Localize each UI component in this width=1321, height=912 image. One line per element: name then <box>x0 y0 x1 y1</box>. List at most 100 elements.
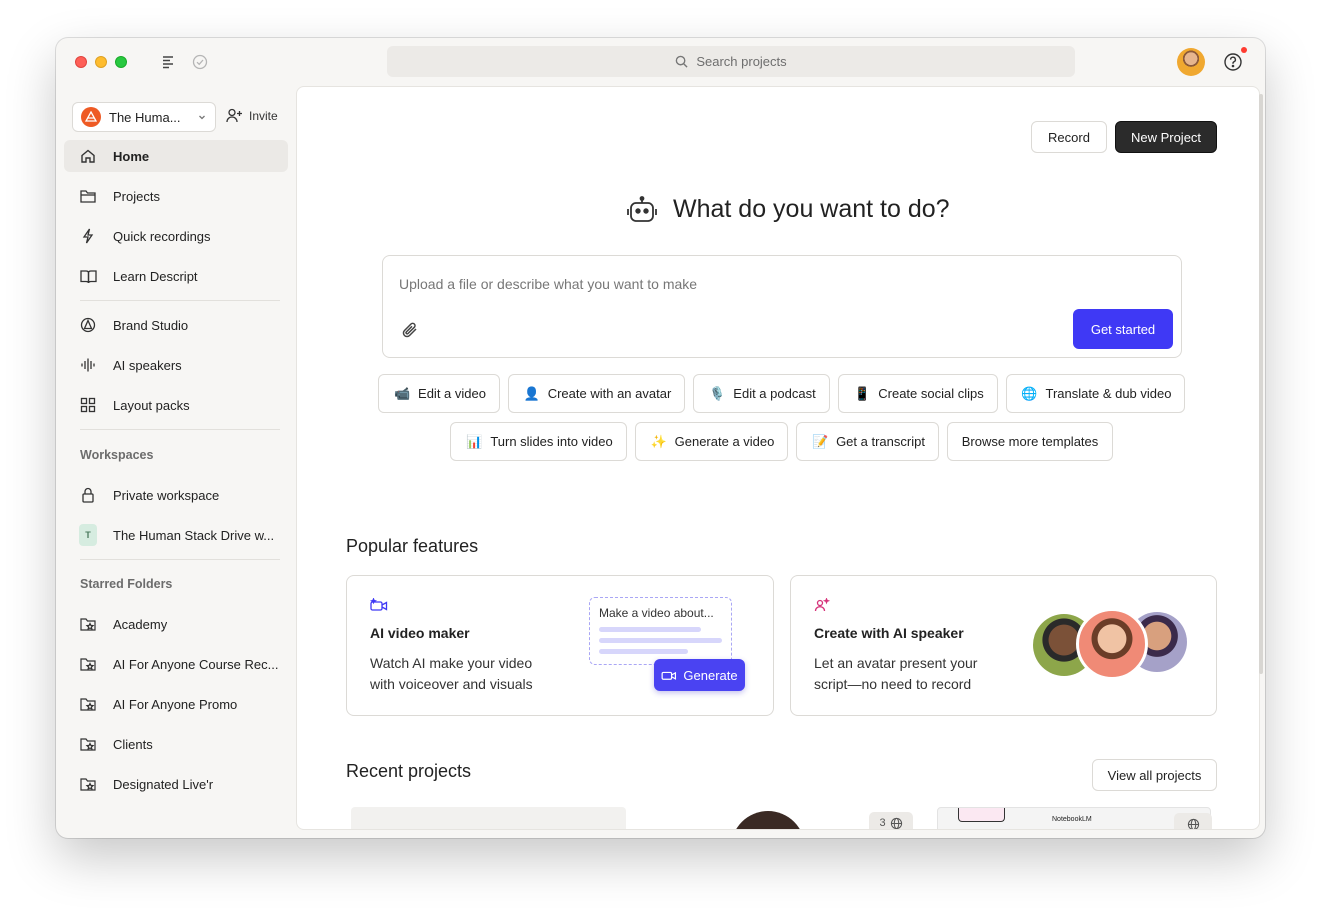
chip-browse-templates[interactable]: Browse more templates <box>947 422 1113 461</box>
starred-folder-academy[interactable]: Academy <box>64 608 288 640</box>
lightning-icon <box>79 227 97 245</box>
chip-label: Generate a video <box>674 434 775 449</box>
chip-slides-to-video[interactable]: 📊 Turn slides into video <box>450 422 627 461</box>
notification-dot <box>1241 47 1247 53</box>
home-icon <box>79 147 97 165</box>
zoom-window-button[interactable] <box>115 56 127 68</box>
robot-icon <box>627 195 657 222</box>
chip-label: Edit a podcast <box>733 386 816 401</box>
user-avatar[interactable] <box>1177 48 1205 76</box>
starred-folder-icon <box>79 615 97 633</box>
sidebar-item-ai-speakers[interactable]: AI speakers <box>64 349 288 381</box>
sidebar-item-label: Private workspace <box>113 487 220 503</box>
starred-folder-ai-promo[interactable]: AI For Anyone Promo <box>64 688 288 720</box>
thumbnail-photo <box>731 811 805 829</box>
help-icon[interactable] <box>1223 52 1243 72</box>
prompt-mockup: Make a video about... <box>589 597 732 665</box>
close-window-button[interactable] <box>75 56 87 68</box>
check-circle-icon[interactable] <box>191 53 209 71</box>
sidebar-item-label: AI For Anyone Course Rec... <box>113 656 279 672</box>
generate-label: Generate <box>683 667 738 683</box>
chip-get-transcript[interactable]: 📝 Get a transcript <box>796 422 939 461</box>
starred-folder-icon <box>79 695 97 713</box>
chip-edit-podcast[interactable]: 🎙️ Edit a podcast <box>693 374 830 413</box>
sidebar-item-label: Quick recordings <box>113 228 211 244</box>
starred-folder-clients[interactable]: Clients <box>64 728 288 760</box>
chip-label: Browse more templates <box>961 434 1099 449</box>
workspace-selector[interactable]: The Huma... <box>72 102 216 132</box>
chevron-down-icon <box>199 115 205 120</box>
chip-label: Create social clips <box>878 386 984 401</box>
card-title: AI video maker <box>370 625 470 641</box>
project-thumbnail[interactable]: NotebookLM <box>937 807 1212 829</box>
mockup-line <box>599 627 701 632</box>
lock-icon <box>79 486 97 504</box>
brand-icon <box>79 316 97 334</box>
sidebar: The Huma... Invite Home Projects Quick r… <box>56 86 296 838</box>
sidebar-item-label: Home <box>113 148 150 164</box>
record-button[interactable]: Record <box>1031 121 1107 153</box>
card-description: Let an avatar present your script—no nee… <box>814 655 978 692</box>
chip-label: Get a transcript <box>836 434 925 449</box>
hero: What do you want to do? <box>627 195 950 224</box>
chip-translate-dub[interactable]: 🌐 Translate & dub video <box>1006 374 1185 413</box>
workspace-badge: T <box>79 524 97 546</box>
starred-folder-icon <box>79 775 97 793</box>
grid-icon <box>79 396 97 414</box>
starred-folder-designated-liver[interactable]: Designated Live'r <box>64 768 288 800</box>
sidebar-item-learn-descript[interactable]: Learn Descript <box>64 260 288 292</box>
ai-speaker-card[interactable]: Create with AI speaker Let an avatar pre… <box>790 575 1217 716</box>
invite-button[interactable]: Invite <box>226 108 278 123</box>
sidebar-item-label: Projects <box>113 188 160 204</box>
ai-video-maker-card[interactable]: AI video maker Watch AI make your video … <box>346 575 774 716</box>
globe-icon <box>890 817 902 829</box>
starred-folder-ai-course[interactable]: AI For Anyone Course Rec... <box>64 648 288 680</box>
chip-edit-video[interactable]: 📹 Edit a video <box>378 374 500 413</box>
bar-chart-icon: 📊 <box>466 433 483 449</box>
sidebar-item-brand-studio[interactable]: Brand Studio <box>64 309 288 341</box>
project-thumbnail[interactable] <box>351 807 626 829</box>
chip-generate-video[interactable]: ✨ Generate a video <box>635 422 788 461</box>
workspace-name: The Huma... <box>109 109 181 125</box>
sidebar-item-quick-recordings[interactable]: Quick recordings <box>64 220 288 252</box>
search-placeholder: Search projects <box>696 54 787 69</box>
share-badge <box>1174 813 1212 829</box>
phone-icon: 📱 <box>854 385 871 401</box>
chip-create-avatar[interactable]: 👤 Create with an avatar <box>508 374 685 413</box>
project-thumbnail[interactable]: 3 <box>653 807 915 829</box>
sidebar-item-label: Academy <box>113 616 168 632</box>
sidebar-toggle-icon[interactable] <box>160 53 178 71</box>
add-user-icon <box>226 108 242 123</box>
sidebar-item-label: Layout packs <box>113 397 190 413</box>
card-description: Watch AI make your video with voiceover … <box>370 655 533 692</box>
hero-title: What do you want to do? <box>673 195 950 223</box>
sidebar-item-human-stack-drive[interactable]: T The Human Stack Drive w... <box>64 519 288 551</box>
new-project-button[interactable]: New Project <box>1115 121 1217 153</box>
main-scrollbar[interactable] <box>1259 94 1263 674</box>
sidebar-item-label: Brand Studio <box>113 317 189 333</box>
chip-social-clips[interactable]: 📱 Create social clips <box>838 374 998 413</box>
camera-icon: 📹 <box>393 385 411 401</box>
person-icon: 👤 <box>523 385 540 401</box>
minimize-window-button[interactable] <box>95 56 107 68</box>
sidebar-item-home[interactable]: Home <box>64 140 288 172</box>
sidebar-item-projects[interactable]: Projects <box>64 180 288 212</box>
search-icon <box>676 55 688 68</box>
chip-label: Edit a video <box>418 386 486 401</box>
sidebar-item-label: Clients <box>113 736 153 752</box>
get-started-button[interactable]: Get started <box>1073 309 1173 349</box>
globe-icon: 🌐 <box>1021 385 1038 401</box>
view-all-projects-button[interactable]: View all projects <box>1092 759 1217 791</box>
search-bar[interactable]: Search projects <box>387 46 1075 77</box>
starred-folder-icon <box>79 655 97 673</box>
paperclip-icon[interactable] <box>401 320 419 345</box>
prompt-box[interactable]: Upload a file or describe what you want … <box>382 255 1182 358</box>
person-sparkle-icon <box>814 597 831 617</box>
microphone-icon: 🎙️ <box>709 385 726 401</box>
sidebar-item-label: AI speakers <box>113 357 182 373</box>
generate-button[interactable]: Generate <box>654 659 745 691</box>
sidebar-item-private-workspace[interactable]: Private workspace <box>64 479 288 511</box>
prompt-input[interactable]: Upload a file or describe what you want … <box>399 276 697 292</box>
main-content: Record New Project What do you want to d… <box>296 86 1260 830</box>
sidebar-item-layout-packs[interactable]: Layout packs <box>64 389 288 421</box>
